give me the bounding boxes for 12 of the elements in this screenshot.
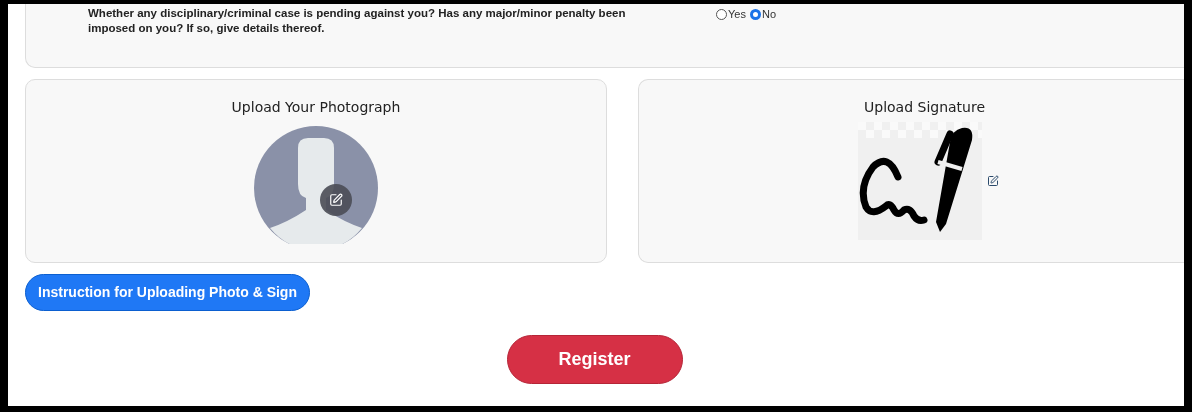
edit-icon (329, 193, 343, 207)
card-title: Upload Signature (864, 98, 987, 117)
radio-button[interactable] (749, 8, 761, 20)
radio-option[interactable]: Yes (716, 6, 746, 23)
edit-icon (987, 175, 999, 187)
radio-option[interactable]: No (749, 6, 776, 23)
radio-button[interactable] (716, 8, 727, 20)
card-title: Upload Your Photograph (231, 98, 401, 117)
question-text: Whether any disciplinary/criminal case is pending against you? Has any major/minor penalty been imposed on you? If so, give details thereof. (88, 6, 627, 36)
register-button[interactable]: Register (506, 335, 683, 384)
edit-signature-button[interactable] (986, 174, 1000, 188)
instruction-button[interactable]: Instruction for Uploading Photo & Sign (25, 274, 310, 311)
